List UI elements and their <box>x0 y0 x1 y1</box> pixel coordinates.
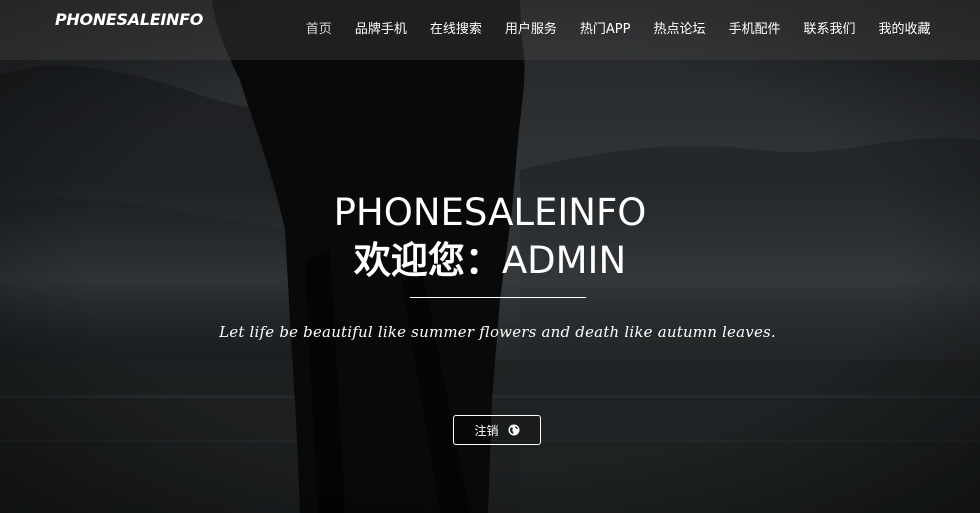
nav-menu: 首页 品牌手机 在线搜索 用户服务 热门APP 热点论坛 手机配件 联系我们 我… <box>294 18 942 37</box>
hero-quote: Let life be beautiful like summer flower… <box>219 323 776 341</box>
logout-button[interactable]: 注销 <box>453 415 541 445</box>
page: PHONESALEINFO 首页 品牌手机 在线搜索 用户服务 热门APP 热点… <box>0 0 980 513</box>
nav-item-brand-phones[interactable]: 品牌手机 <box>343 18 418 37</box>
nav-item-hot-forum[interactable]: 热点论坛 <box>642 18 717 37</box>
nav-item-hot-app[interactable]: 热门APP <box>568 18 642 37</box>
nav-item-accessories[interactable]: 手机配件 <box>717 18 792 37</box>
nav-item-contact-us[interactable]: 联系我们 <box>792 18 867 37</box>
hero-divider <box>410 297 586 298</box>
globe-icon <box>508 424 519 436</box>
logout-label: 注销 <box>474 423 499 438</box>
nav-item-user-service[interactable]: 用户服务 <box>493 18 568 37</box>
nav-item-my-favorites[interactable]: 我的收藏 <box>867 18 942 37</box>
hero-title: PHONESALEINFO <box>333 191 647 234</box>
top-navbar: PHONESALEINFO 首页 品牌手机 在线搜索 用户服务 热门APP 热点… <box>0 0 980 60</box>
hero-welcome: 欢迎您：ADMIN <box>0 239 980 283</box>
username-text: ADMIN <box>501 239 627 282</box>
nav-item-home[interactable]: 首页 <box>294 18 343 37</box>
welcome-text: 欢迎您： <box>353 239 502 282</box>
nav-item-online-search[interactable]: 在线搜索 <box>418 18 493 37</box>
brand-logo[interactable]: PHONESALEINFO <box>55 10 203 29</box>
